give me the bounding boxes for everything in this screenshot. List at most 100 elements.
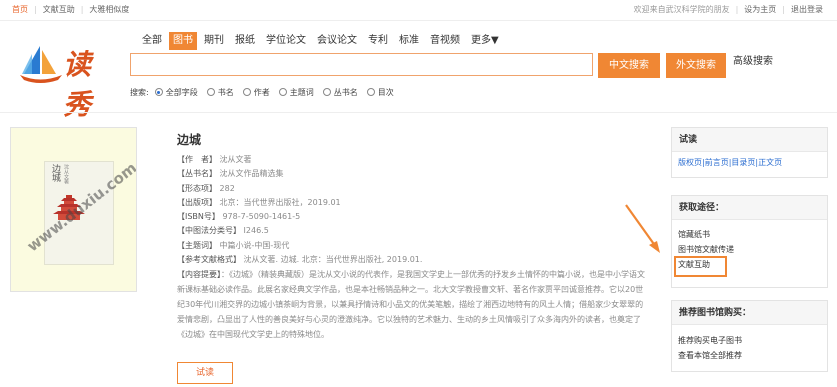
radio-icon[interactable] — [366, 88, 375, 96]
metadata-value: 沈从文作品精选集 — [219, 169, 284, 179]
metadata-value: 沈从文著 — [219, 155, 252, 164]
top-divider — [0, 20, 837, 21]
panel-title: 试读 — [672, 128, 827, 152]
tab-4[interactable]: 学位论文 — [262, 32, 310, 50]
welcome-text: 欢迎来自武汉科学院的朋友 — [633, 5, 730, 14]
logo[interactable]: 读秀 — [18, 42, 113, 121]
tab-9[interactable]: 更多▼ — [467, 32, 503, 50]
metadata-key: 【作 者】 — [177, 155, 217, 164]
tab-6[interactable]: 专利 — [364, 32, 392, 50]
radio-icon[interactable] — [322, 88, 331, 96]
trial-read-links[interactable]: 版权页|前言页|目录页|正文页 — [672, 152, 827, 173]
panel-link[interactable]: 查看本馆全部推荐 — [678, 348, 821, 363]
recommend-list: 推荐购买电子图书 查看本馆全部推荐 — [672, 325, 827, 363]
advanced-search-link[interactable]: 高级搜索 — [733, 52, 773, 67]
radio-icon[interactable] — [206, 88, 215, 96]
tab-1[interactable]: 图书 — [169, 32, 197, 50]
separator: | — [782, 5, 785, 14]
panel-link[interactable]: 图书馆文献传递 — [678, 242, 821, 257]
metadata-value: 北京：当代世界出版社，2019.01 — [219, 197, 341, 207]
abstract-label: 【内容提要】 — [177, 270, 221, 280]
radio-icon[interactable] — [154, 88, 163, 96]
search-field-option[interactable]: 目次 — [366, 87, 394, 98]
radio-label: 作者 — [253, 87, 270, 97]
metadata-key: 【中图法分类号】 — [177, 226, 241, 236]
radio-label: 书名 — [217, 87, 234, 97]
metadata-row: 【ISBN号】 978-7-5090-1461-5 — [177, 210, 647, 224]
tab-8[interactable]: 音视频 — [426, 32, 464, 50]
book-abstract: 【内容提要】：《边城》（精装典藏版）是沈从文小说的代表作，是我国文学史上一部优秀… — [177, 267, 645, 342]
recommend-panel: 推荐图书馆购买： 推荐购买电子图书 查看本馆全部推荐 — [671, 300, 828, 372]
big-data-link[interactable]: 大雅相似度 — [89, 4, 129, 15]
tab-5[interactable]: 会议论文 — [313, 32, 361, 50]
abstract-text: ：《边城》（精装典藏版）是沈从文小说的代表作，是我国文学史上一部优秀的抒发乡土情… — [177, 270, 645, 340]
metadata-key: 【参考文献格式】 — [177, 255, 241, 265]
user-links: 欢迎来自武汉科学院的朋友 | 设为主页 | 退出登录 — [634, 4, 823, 15]
metadata-key: 【ISBN号】 — [177, 212, 220, 222]
book-title: 边城 — [177, 133, 202, 147]
search-input[interactable] — [130, 53, 593, 76]
category-tabs: 全部 图书 期刊 报纸 学位论文 会议论文 专利 标准 音视频 更多▼ — [138, 32, 506, 50]
separator: | — [80, 5, 84, 14]
tab-0[interactable]: 全部 — [138, 32, 166, 50]
radio-label: 全部字段 — [165, 87, 198, 97]
metadata-row: 【出版项】 北京：当代世界出版社，2019.01 — [177, 196, 647, 210]
home-link[interactable]: 首页 — [12, 4, 28, 15]
search-field-option[interactable]: 书名 — [206, 87, 234, 98]
metadata-key: 【出版项】 — [177, 197, 217, 207]
metadata-row: 【作 者】 沈从文著 — [177, 153, 647, 167]
logo-text: 读秀 — [63, 48, 91, 121]
trial-read-panel: 试读 版权页|前言页|目录页|正文页 — [671, 127, 828, 178]
search-field-option[interactable]: 主题词 — [278, 87, 314, 98]
metadata-row: 【主题词】 中篇小说-中国-现代 — [177, 239, 647, 253]
sailboat-icon — [20, 46, 62, 83]
panel-link[interactable]: 馆藏纸书 — [678, 227, 821, 242]
metadata-value: 282 — [219, 183, 235, 193]
radio-label: 目次 — [377, 87, 394, 97]
arrow-icon — [625, 204, 660, 253]
top-links: 首页 | 文献互助 | 大雅相似度 — [12, 4, 129, 15]
search-field-options: 搜索: 全部字段 书名 作者 主题词 丛书名 目次 — [130, 86, 403, 98]
metadata-value: 978-7-5090-1461-5 — [222, 212, 301, 222]
radio-label: 主题词 — [289, 87, 314, 97]
trial-read-button[interactable]: 试读 — [177, 362, 233, 384]
metadata-key: 【形态项】 — [177, 183, 217, 193]
header-divider — [0, 112, 837, 113]
metadata-value: 中篇小说-中国-现代 — [219, 240, 290, 250]
tab-3[interactable]: 报纸 — [231, 32, 259, 50]
search-field-label: 搜索: — [130, 87, 149, 97]
doc-help-link[interactable]: 文献互助 — [43, 4, 75, 15]
metadata-row: 【中图法分类号】 I246.5 — [177, 224, 647, 238]
logout-link[interactable]: 退出登录 — [791, 4, 823, 15]
metadata-key: 【主题词】 — [177, 240, 217, 250]
search-field-option[interactable]: 作者 — [242, 87, 270, 98]
search-field-option[interactable]: 丛书名 — [322, 87, 358, 98]
separator: | — [34, 5, 37, 14]
search-field-option[interactable]: 全部字段 — [154, 87, 198, 98]
set-home-link[interactable]: 设为主页 — [744, 4, 776, 15]
cover-author: 沈从文著 — [63, 164, 69, 184]
tab-7[interactable]: 标准 — [395, 32, 423, 50]
foreign-search-button[interactable]: 外文搜索 — [666, 53, 726, 78]
metadata-value: I246.5 — [243, 226, 269, 236]
metadata-row: 【参考文献格式】 沈从文著. 边城. 北京：当代世界出版社, 2019.01. — [177, 253, 647, 267]
cover-title: 边城 — [50, 164, 60, 182]
separator: | — [735, 5, 739, 14]
highlight-box — [674, 256, 727, 277]
tab-2[interactable]: 期刊 — [200, 32, 228, 50]
radio-label: 丛书名 — [333, 87, 358, 97]
metadata-key: 【丛书名】 — [177, 169, 217, 179]
book-info: 边城 【作 者】 沈从文著 【丛书名】 沈从文作品精选集 【形态项】 282 【出版项… — [177, 131, 647, 342]
top-bar: 首页 | 文献互助 | 大雅相似度 欢迎来自武汉科学院的朋友 | 设为主页 | … — [0, 0, 837, 20]
book-cover: 边城 沈从文著 www.duxiu.com — [10, 127, 137, 292]
panel-title: 推荐图书馆购买： — [672, 301, 827, 325]
panel-title: 获取途径： — [672, 196, 827, 220]
metadata-value: 沈从文著. 边城. 北京：当代世界出版社, 2019.01. — [243, 255, 423, 265]
book-metadata: 【作 者】 沈从文著 【丛书名】 沈从文作品精选集 【形态项】 282 【出版项】 北… — [177, 153, 647, 267]
radio-icon[interactable] — [242, 88, 251, 96]
panel-link[interactable]: 推荐购买电子图书 — [678, 333, 821, 348]
chinese-search-button[interactable]: 中文搜索 — [598, 53, 660, 78]
metadata-row: 【形态项】 282 — [177, 182, 647, 196]
radio-icon[interactable] — [278, 88, 287, 96]
metadata-row: 【丛书名】 沈从文作品精选集 — [177, 167, 647, 181]
